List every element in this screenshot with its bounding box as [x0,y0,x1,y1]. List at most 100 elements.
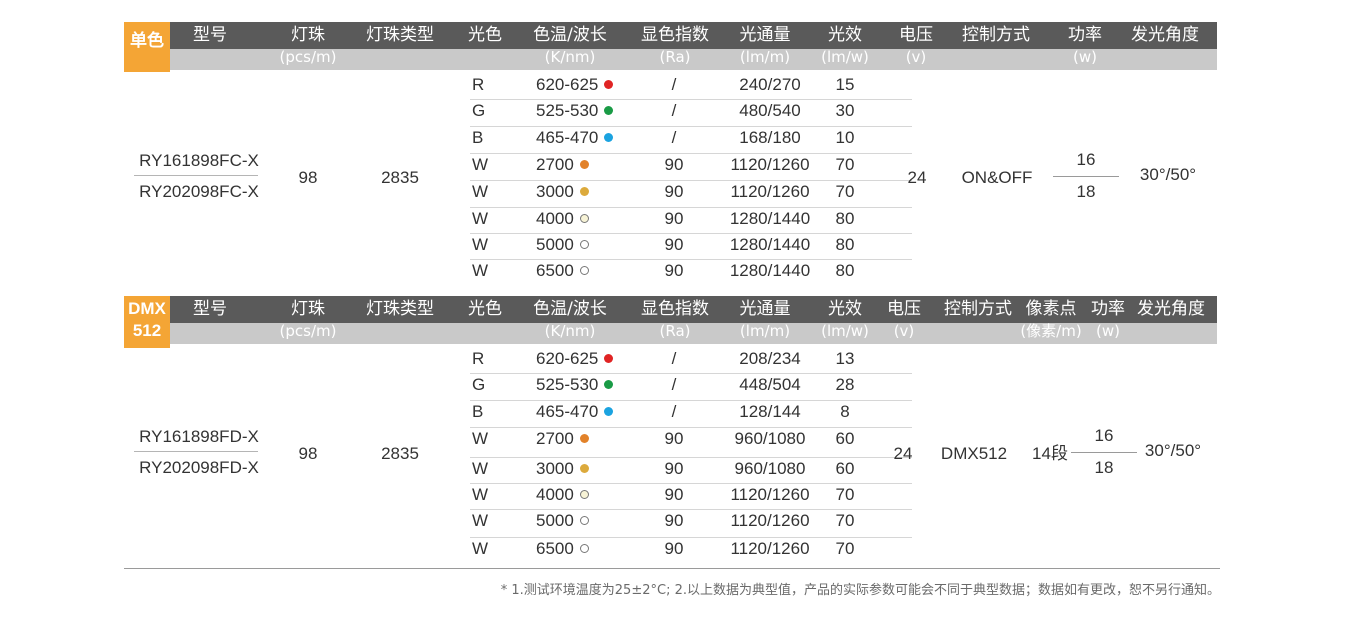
cct-wavelength: 4000 [536,484,589,506]
cct-value: 620-625 [536,75,599,94]
column-header: 功率 [1068,25,1102,45]
luminous-flux: 1120/1260 [730,155,810,174]
power-divider [1071,452,1137,453]
column-unit: (Ra) [659,48,691,66]
footer-divider [124,568,1220,569]
cct-wavelength: 525-530 [536,374,614,396]
cct-wavelength: 465-470 [536,127,614,149]
model-divider [134,451,258,452]
model-divider [134,175,258,176]
color-dot-icon [579,490,589,499]
luminous-flux: 1280/1440 [729,209,811,228]
column-header: 控制方式 [962,25,1030,45]
cct-wavelength: 2700 [536,428,589,450]
cct-wavelength: 2700 [536,154,589,176]
light-color: W [472,182,489,201]
power-value: 18 [1076,182,1096,201]
badge-text: 512 [132,321,162,340]
section-badge: 单色 [124,22,170,72]
cct-wavelength: 5000 [536,510,589,532]
luminous-flux: 1280/1440 [729,235,811,254]
cct-value: 525-530 [536,101,599,120]
luminous-efficacy: 10 [835,128,855,147]
luminous-efficacy: 70 [835,485,855,504]
column-unit: (pcs/m) [279,322,337,340]
cct-wavelength: 525-530 [536,100,614,122]
column-header: 显色指数 [641,299,709,319]
beam-angle: 30°/50° [1144,441,1202,460]
cct-wavelength: 3000 [536,181,589,203]
cri-value: 90 [664,155,684,174]
column-unit: (v) [893,322,915,340]
cri-value: / [671,75,677,94]
luminous-flux: 1120/1260 [730,485,810,504]
pixel-segments: 14段 [1032,444,1068,463]
light-color: B [472,402,484,421]
cri-value: 90 [664,459,684,478]
model-number: RY202098FC-X [139,182,259,201]
luminous-flux: 168/180 [739,128,801,147]
power-value: 18 [1094,458,1114,477]
column-unit: (lm/m) [739,48,791,66]
power-divider [1053,176,1119,177]
badge-text: DMX [128,299,166,318]
cct-value: 620-625 [536,349,599,368]
color-dot-icon [579,187,589,196]
cri-value: 90 [664,261,684,280]
cct-value: 3000 [536,182,574,201]
cct-value: 2700 [536,155,574,174]
section-badge: DMX 512 [124,296,170,348]
luminous-efficacy: 70 [835,182,855,201]
cct-wavelength: 620-625 [536,348,614,370]
luminous-flux: 960/1080 [734,459,806,478]
color-dot-icon [579,464,589,473]
cct-value: 525-530 [536,375,599,394]
luminous-flux: 960/1080 [734,429,806,448]
light-color: W [472,235,489,254]
column-header: 功率 [1091,299,1125,319]
power-value: 16 [1076,150,1096,169]
light-color: W [472,209,489,228]
light-color: G [472,375,486,394]
cct-value: 465-470 [536,128,599,147]
column-unit: (K/nm) [544,48,596,66]
column-header: 电压 [887,299,921,319]
beam-angle: 30°/50° [1139,165,1197,184]
column-unit: (v) [905,48,927,66]
model-number: RY202098FD-X [139,458,259,477]
cri-value: / [671,128,677,147]
color-dot-icon [579,160,589,169]
cct-value: 6500 [536,261,574,280]
color-dot-icon [579,266,589,275]
cri-value: / [671,101,677,120]
cct-value: 3000 [536,459,574,478]
luminous-efficacy: 80 [835,235,855,254]
luminous-efficacy: 80 [835,261,855,280]
cct-value: 465-470 [536,402,599,421]
cri-value: / [671,349,677,368]
luminous-efficacy: 13 [835,349,855,368]
voltage: 24 [907,168,927,187]
luminous-efficacy: 60 [835,459,855,478]
luminous-efficacy: 28 [835,375,855,394]
column-header: 光效 [828,25,862,45]
header-band: 型号 灯珠 (pcs/m) 灯珠类型 光色 色温/波长 (K/nm) 显色指数 (Ra) 光通量 (… [170,296,1217,344]
color-dot-icon [579,434,589,443]
luminous-flux: 128/144 [739,402,801,421]
color-dot-icon [604,407,614,416]
column-unit: (w) [1073,48,1097,66]
column-unit: (pcs/m) [279,48,337,66]
light-color: W [472,459,489,478]
cct-wavelength: 4000 [536,208,589,230]
column-header: 型号 [193,25,227,45]
cri-value: 90 [664,511,684,530]
luminous-flux: 208/234 [739,349,801,368]
cct-value: 5000 [536,235,574,254]
column-unit: (K/nm) [544,322,596,340]
column-header: 灯珠 [291,25,325,45]
luminous-flux: 1120/1260 [730,182,810,201]
color-dot-icon [604,380,614,389]
color-dot-icon [579,544,589,553]
luminous-efficacy: 80 [835,209,855,228]
luminous-flux: 1280/1440 [729,261,811,280]
